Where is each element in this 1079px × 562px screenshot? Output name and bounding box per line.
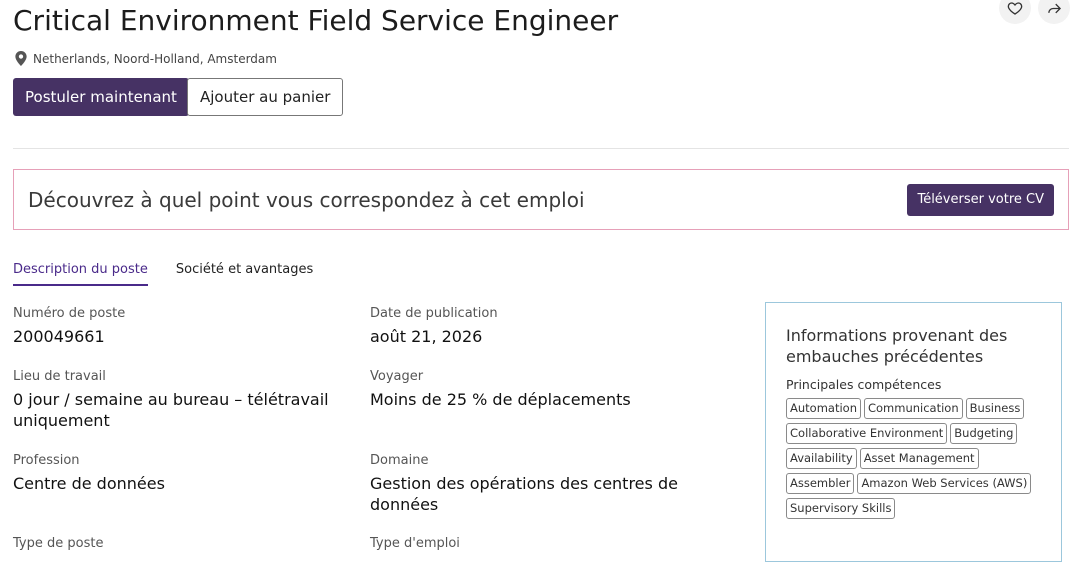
field-value: 0 jour / semaine au bureau – télétravail… <box>13 390 329 430</box>
field-domain: Domaine Gestion des opérations des centr… <box>370 453 700 515</box>
tab-bar: Description du poste Société et avantage… <box>13 262 313 286</box>
field-travel: Voyager Moins de 25 % de déplacements <box>370 369 631 410</box>
field-workplace: Lieu de travail 0 jour / semaine au bure… <box>13 369 343 431</box>
tab-job-description[interactable]: Description du poste <box>13 262 148 286</box>
skill-chip: Amazon Web Services (AWS) <box>857 473 1032 494</box>
skill-chip: Automation <box>786 398 861 419</box>
field-label: Lieu de travail <box>13 369 106 384</box>
share-icon <box>1047 3 1061 13</box>
skill-chip: Budgeting <box>950 423 1018 444</box>
field-employment-type: Type d'emploi <box>370 536 460 552</box>
field-label: Numéro de poste <box>13 306 126 321</box>
skill-chip: Business <box>965 398 1025 419</box>
field-label: Date de publication <box>370 306 498 321</box>
skill-chip: Availability <box>786 448 857 469</box>
field-value: Moins de 25 % de déplacements <box>370 390 631 409</box>
banner-text: Découvrez à quel point vous correspondez… <box>28 187 585 212</box>
skill-chip: Communication <box>863 398 963 419</box>
heart-icon <box>1007 2 1023 15</box>
skill-chip: Collaborative Environment <box>786 423 948 444</box>
field-label: Domaine <box>370 453 429 468</box>
field-job-number: Numéro de poste 200049661 <box>13 306 125 347</box>
skill-chip: Asset Management <box>859 448 979 469</box>
divider <box>13 148 1069 149</box>
field-role-type: Type de poste <box>13 536 103 552</box>
top-skills-label: Principales compétences <box>786 377 942 392</box>
add-to-cart-button[interactable]: Ajouter au panier <box>187 78 344 116</box>
field-value: Centre de données <box>13 474 165 493</box>
location-text: Netherlands, Noord-Holland, Amsterdam <box>33 51 277 66</box>
field-value: 200049661 <box>13 327 105 346</box>
field-value: août 21, 2026 <box>370 327 483 346</box>
insights-panel: Informations provenant des embauches pré… <box>765 302 1062 562</box>
skills-list: Automation Communication Business Collab… <box>786 398 1041 519</box>
favorite-button[interactable] <box>999 0 1031 24</box>
field-value: Gestion des opérations des centres de do… <box>370 474 678 514</box>
field-label: Profession <box>13 453 80 468</box>
field-posted-date: Date de publication août 21, 2026 <box>370 306 498 347</box>
job-title: Critical Environment Field Service Engin… <box>13 4 619 37</box>
cv-match-banner: Découvrez à quel point vous correspondez… <box>13 169 1069 230</box>
field-label: Voyager <box>370 369 424 384</box>
apply-now-button[interactable]: Postuler maintenant <box>13 78 189 116</box>
share-button[interactable] <box>1038 0 1070 24</box>
skill-chip: Supervisory Skills <box>786 498 896 519</box>
field-label: Type d'emploi <box>370 536 460 551</box>
tab-company-benefits[interactable]: Société et avantages <box>176 262 313 286</box>
field-label: Type de poste <box>13 536 104 551</box>
field-profession: Profession Centre de données <box>13 453 165 494</box>
upload-cv-button[interactable]: Téléverser votre CV <box>907 183 1054 216</box>
skill-chip: Assembler <box>786 473 855 494</box>
job-location: Netherlands, Noord-Holland, Amsterdam <box>15 51 277 66</box>
insights-title: Informations provenant des embauches pré… <box>786 326 1008 366</box>
location-pin-icon <box>15 51 27 66</box>
